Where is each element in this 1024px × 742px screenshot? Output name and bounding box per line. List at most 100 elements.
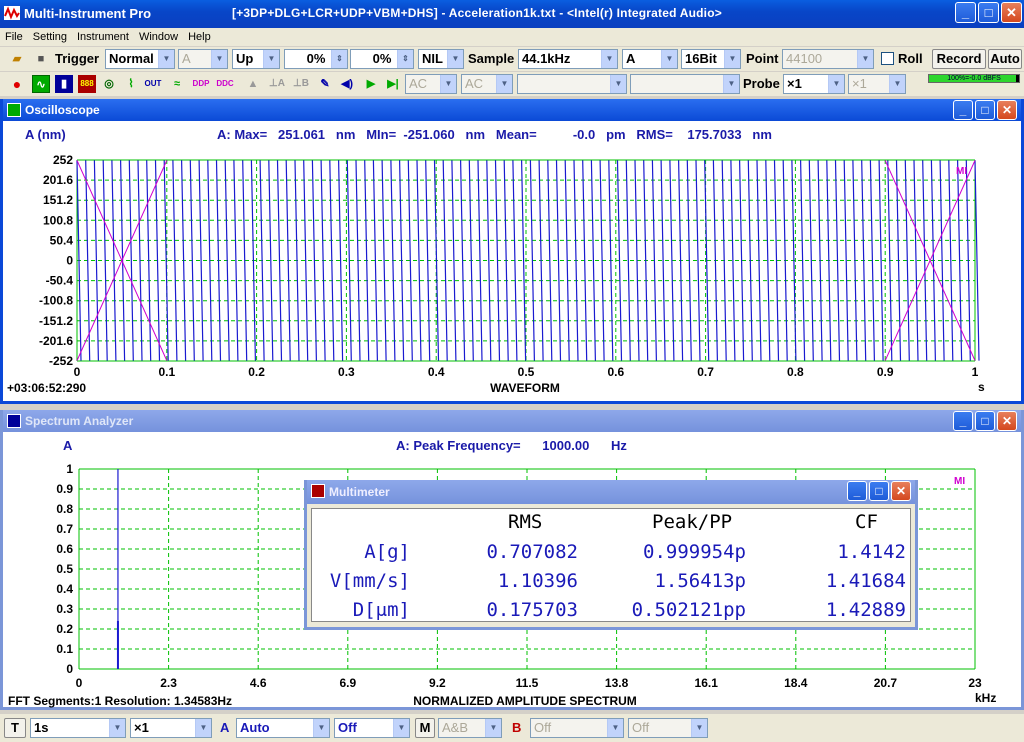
x-tick-label: 6.9: [339, 676, 356, 690]
play-once-icon[interactable]: ▶|: [384, 75, 402, 93]
probe-a-value: ×1: [787, 76, 802, 91]
channel-a-offset-select[interactable]: Off ▼: [334, 718, 410, 738]
coupling-b-select[interactable]: AC ▼: [461, 74, 513, 94]
probe-a-select[interactable]: ×1 ▼: [783, 74, 845, 94]
spectrum-maximize-button[interactable]: □: [975, 411, 995, 431]
time-multiplier-select[interactable]: ×1 ▼: [130, 718, 212, 738]
waveform-chart[interactable]: A (nm) A: Max= 251.061 nm MIn= -251.060 …: [3, 121, 1021, 401]
spin-arrows-icon[interactable]: ⇕: [397, 50, 413, 68]
output-device-select[interactable]: ▼: [630, 74, 740, 94]
toolbar-trigger: ▰ ■ Trigger Normal ▼ A ▼ Up ▼ 0% ⇕ 0% ⇕ NIL ▼ …: [0, 47, 1024, 71]
sample-rate-select[interactable]: 44.1kHz ▼: [518, 49, 618, 69]
oscilloscope-icon[interactable]: ∿: [32, 75, 50, 93]
menu-setting[interactable]: Setting: [28, 31, 72, 43]
input-device-select[interactable]: ▼: [517, 74, 627, 94]
speaker-icon[interactable]: ◀): [338, 75, 356, 93]
y-tick-label: 0.7: [56, 522, 73, 536]
phase-plot-icon[interactable]: ◎: [100, 75, 118, 93]
spectrum-close-button[interactable]: ✕: [997, 411, 1017, 431]
y-tick-label: -252: [49, 354, 73, 368]
channel-b-offset-select[interactable]: Off ▼: [628, 718, 708, 738]
chevron-down-icon: ▼: [109, 719, 125, 737]
oscilloscope-close-button[interactable]: ✕: [997, 100, 1017, 120]
y-tick-label: -201.6: [39, 334, 73, 348]
y-tick-label: 100.8: [43, 213, 73, 227]
multimeter-minimize-button[interactable]: _: [847, 481, 867, 501]
timebase-label[interactable]: T: [4, 718, 26, 738]
open-folder-icon[interactable]: ▰: [8, 50, 26, 68]
spectrum-icon[interactable]: ▮: [55, 75, 73, 93]
menu-window[interactable]: Window: [134, 31, 183, 43]
trigger-channel-select[interactable]: A ▼: [178, 49, 228, 69]
bottom-control-bar: T 1s ▼ ×1 ▼ A Auto ▼ Off ▼ M A&B ▼ B Off ▼ Off…: [0, 714, 1024, 742]
minimize-button[interactable]: _: [955, 2, 976, 23]
channel-b-range-select[interactable]: Off ▼: [530, 718, 624, 738]
chevron-down-icon: ▼: [393, 719, 409, 737]
chevron-down-icon: ▼: [440, 75, 456, 93]
roll-checkbox[interactable]: [881, 52, 894, 65]
chevron-down-icon: ▼: [211, 50, 227, 68]
spin-arrows-icon[interactable]: ⇕: [331, 50, 347, 68]
trigger-label: Trigger: [55, 51, 100, 66]
calibrate-icon[interactable]: ▲: [244, 75, 262, 93]
sweep-icon[interactable]: ≈: [168, 75, 186, 93]
cf-header: CF: [855, 511, 878, 533]
save-icon[interactable]: ■: [32, 50, 50, 68]
multimeter-icon: [311, 484, 325, 498]
probe-b-select[interactable]: ×1 ▼: [848, 74, 906, 94]
y-tick-label: -50.4: [46, 274, 74, 288]
multimeter-icon[interactable]: 888: [78, 75, 96, 93]
probe-label: Probe: [743, 76, 780, 91]
velocity-rms: 1.10396: [497, 570, 578, 592]
menu-instrument[interactable]: Instrument: [72, 31, 134, 43]
output-icon[interactable]: OUT: [144, 75, 162, 93]
trigger-mode-select[interactable]: Normal ▼: [105, 49, 175, 69]
y-tick-label: 1: [66, 462, 73, 476]
y-tick-label: 0.6: [56, 542, 73, 556]
bit-depth-select[interactable]: 16Bit ▼: [681, 49, 741, 69]
spectrum-minimize-button[interactable]: _: [953, 411, 973, 431]
math-mode-label[interactable]: M: [415, 718, 435, 738]
input-level-meter: 100%=-0.0 dBFS: [928, 74, 1020, 83]
app-title: Multi-Instrument Pro: [24, 6, 152, 21]
menu-file[interactable]: File: [0, 31, 28, 43]
trigger-level-stepper[interactable]: 0% ⇕: [284, 49, 348, 69]
chevron-down-icon: ▼: [724, 50, 740, 68]
channel-select[interactable]: A ▼: [622, 49, 678, 69]
oscilloscope-maximize-button[interactable]: □: [975, 100, 995, 120]
multimeter-readings: RMS Peak/PP CF A[g] 0.707082 0.999954p 1…: [311, 508, 911, 622]
math-mode-select[interactable]: A&B ▼: [438, 718, 502, 738]
mi-logo: MI: [956, 166, 967, 177]
ddp-icon[interactable]: DDP: [192, 75, 210, 93]
menu-help[interactable]: Help: [183, 31, 216, 43]
cursor-b-icon[interactable]: ⊥B: [292, 75, 310, 93]
timebase-select[interactable]: 1s ▼: [30, 718, 126, 738]
multimeter-maximize-button[interactable]: □: [869, 481, 889, 501]
ddc-icon[interactable]: DDC: [216, 75, 234, 93]
oscilloscope-titlebar: Oscilloscope _ □ ✕: [3, 99, 1021, 121]
record-button[interactable]: Record: [932, 49, 986, 69]
point-select[interactable]: 44100 ▼: [782, 49, 874, 69]
play-icon[interactable]: ▶: [362, 75, 380, 93]
maximize-button[interactable]: □: [978, 2, 999, 23]
trigger-delay-stepper[interactable]: 0% ⇕: [350, 49, 414, 69]
auto-button[interactable]: Auto: [988, 49, 1022, 69]
menu-bar: File Setting Instrument Window Help: [0, 28, 1024, 46]
cursor-a-icon[interactable]: ⊥A: [268, 75, 286, 93]
app-subtitle: [+3DP+DLG+LCR+UDP+VBM+DHS] - Acceleratio…: [232, 6, 722, 20]
oscilloscope-minimize-button[interactable]: _: [953, 100, 973, 120]
spectrum-channel-label: A: [63, 438, 73, 453]
roll-label: Roll: [898, 51, 923, 66]
spectrum-icon: [7, 414, 21, 428]
trigger-source-select[interactable]: NIL ▼: [418, 49, 464, 69]
probe-tool-icon[interactable]: ✎: [316, 75, 334, 93]
close-button[interactable]: ✕: [1001, 2, 1022, 23]
x-tick-label: 9.2: [429, 676, 446, 690]
signal-generator-icon[interactable]: ⌇: [122, 75, 140, 93]
trigger-edge-select[interactable]: Up ▼: [232, 49, 280, 69]
channel-a-range-select[interactable]: Auto ▼: [236, 718, 330, 738]
multimeter-close-button[interactable]: ✕: [891, 481, 911, 501]
record-dot-icon[interactable]: ●: [8, 75, 26, 93]
y-tick-label: 0: [66, 662, 73, 676]
coupling-a-select[interactable]: AC ▼: [405, 74, 457, 94]
